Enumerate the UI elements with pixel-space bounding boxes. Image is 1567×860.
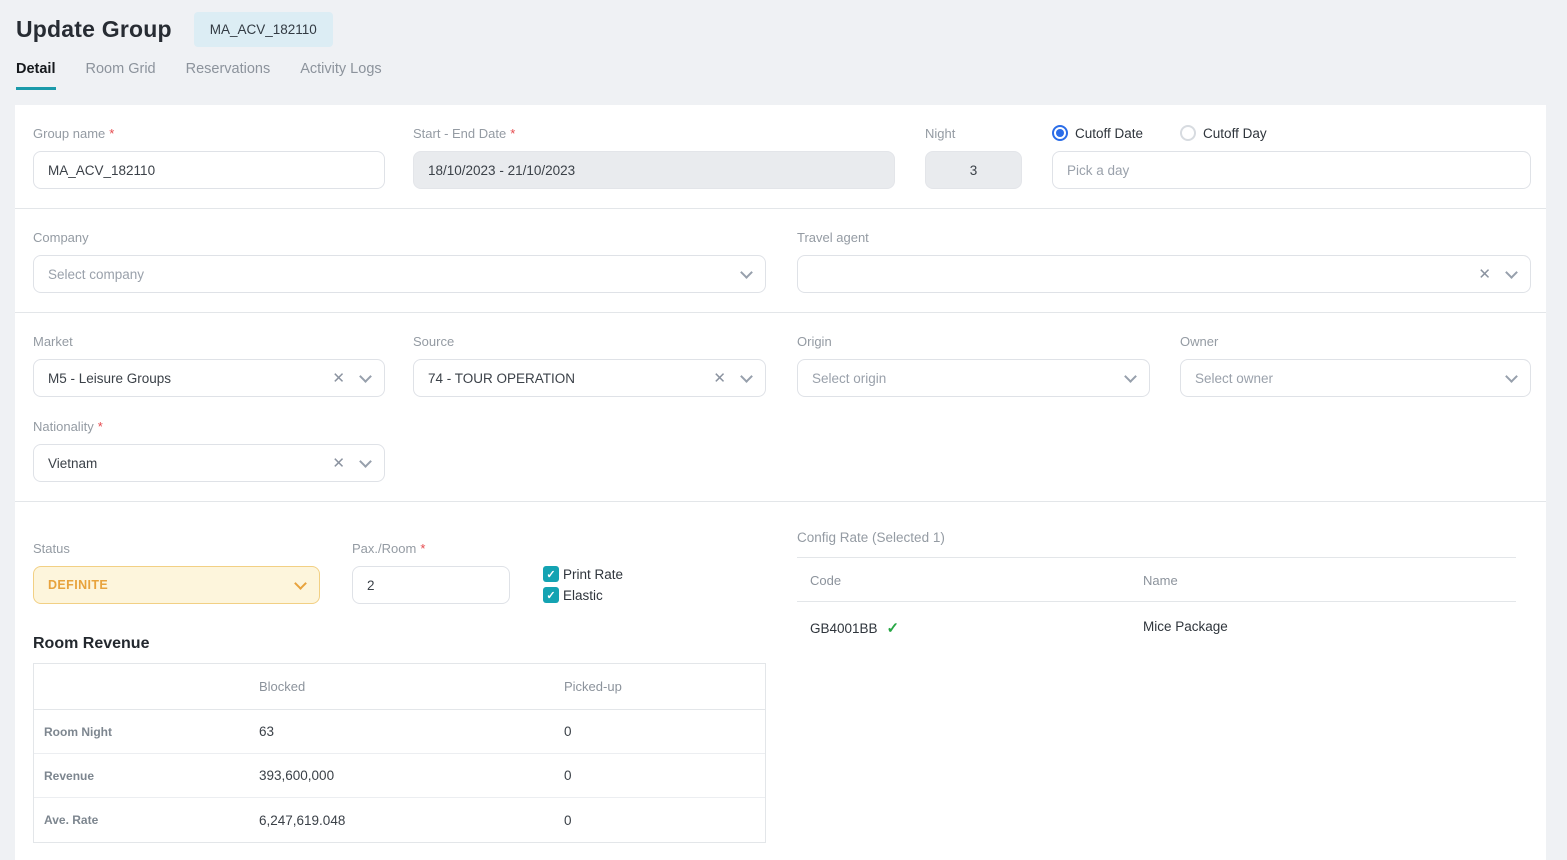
pax-room-input[interactable] <box>352 566 510 604</box>
blocked-value: 393,600,000 <box>259 768 564 783</box>
nationality-label: Nationality* <box>33 418 385 434</box>
clear-icon[interactable]: ✕ <box>1478 267 1491 282</box>
column-picked-up: Picked-up <box>564 679 765 694</box>
row-label: Room Night <box>34 725 259 739</box>
checkbox-checked-icon[interactable]: ✓ <box>543 566 559 582</box>
column-blocked: Blocked <box>259 679 564 694</box>
market-label: Market <box>33 333 385 349</box>
group-code-badge: MA_ACV_182110 <box>194 12 333 47</box>
clear-icon[interactable]: ✕ <box>332 371 345 386</box>
company-label: Company <box>33 229 766 245</box>
required-mark: * <box>510 126 515 141</box>
required-mark: * <box>109 126 114 141</box>
tab-detail[interactable]: Detail <box>16 61 56 90</box>
row-label: Revenue <box>34 769 259 783</box>
status-label: Status <box>33 540 320 556</box>
chevron-down-icon[interactable] <box>1505 266 1518 279</box>
rate-options-group: ✓ Print Rate ✓ Elastic <box>543 566 623 604</box>
radio-unselected-icon[interactable] <box>1180 125 1196 141</box>
date-range-label: Start - End Date* <box>413 125 895 141</box>
status-select[interactable]: DEFINITE <box>33 566 320 604</box>
origin-select[interactable]: Select origin <box>797 359 1150 397</box>
rate-code: GB4001BB <box>810 621 878 636</box>
section-company-agent: Company Select company Travel agent ✕ <box>15 209 1546 313</box>
tab-activity-logs[interactable]: Activity Logs <box>300 61 381 90</box>
cutoff-radio-group: Cutoff Date Cutoff Day <box>1052 125 1531 141</box>
clear-icon[interactable]: ✕ <box>713 371 726 386</box>
source-label: Source <box>413 333 766 349</box>
owner-label: Owner <box>1180 333 1531 349</box>
print-rate-checkbox[interactable]: ✓ Print Rate <box>543 566 623 582</box>
clear-icon[interactable]: ✕ <box>332 456 345 471</box>
pick-a-day-input[interactable] <box>1052 151 1531 189</box>
row-label: Ave. Rate <box>34 813 259 827</box>
room-revenue-title: Room Revenue <box>33 635 766 653</box>
picked-up-value: 0 <box>564 724 765 739</box>
pax-room-label: Pax./Room* <box>352 540 510 556</box>
date-range-input: 18/10/2023 - 21/10/2023 <box>413 151 895 189</box>
page-title: Update Group <box>16 16 172 43</box>
table-row: Ave. Rate 6,247,619.048 0 <box>34 798 765 842</box>
night-label: Night <box>925 125 1022 141</box>
table-row: Revenue 393,600,000 0 <box>34 754 765 798</box>
picked-up-value: 0 <box>564 768 765 783</box>
detail-form-card: Group name* Start - End Date* 18/10/2023… <box>15 105 1546 860</box>
config-rate-header: Code Name <box>797 558 1516 602</box>
chevron-down-icon[interactable] <box>359 455 372 468</box>
config-rate-panel: Config Rate (Selected 1) Code Name GB400… <box>797 530 1516 843</box>
origin-label: Origin <box>797 333 1150 349</box>
picked-up-value: 0 <box>564 813 765 828</box>
table-row: Room Night 63 0 <box>34 710 765 754</box>
chevron-down-icon[interactable] <box>1124 370 1137 383</box>
radio-selected-icon[interactable] <box>1052 125 1068 141</box>
source-select[interactable]: 74 - TOUR OPERATION ✕ <box>413 359 766 397</box>
company-select[interactable]: Select company <box>33 255 766 293</box>
column-code: Code <box>810 573 1143 588</box>
column-name: Name <box>1143 573 1516 588</box>
travel-agent-select[interactable]: ✕ <box>797 255 1531 293</box>
chevron-down-icon[interactable] <box>1505 370 1518 383</box>
cutoff-date-radio[interactable]: Cutoff Date <box>1052 125 1143 141</box>
chevron-down-icon[interactable] <box>294 577 307 590</box>
tab-room-grid[interactable]: Room Grid <box>86 61 156 90</box>
owner-select[interactable]: Select owner <box>1180 359 1531 397</box>
table-row[interactable]: GB4001BB ✓ Mice Package <box>797 602 1516 637</box>
market-select[interactable]: M5 - Leisure Groups ✕ <box>33 359 385 397</box>
travel-agent-label: Travel agent <box>797 229 1531 245</box>
tab-reservations[interactable]: Reservations <box>186 61 271 90</box>
night-input: 3 <box>925 151 1022 189</box>
chevron-down-icon[interactable] <box>740 370 753 383</box>
tab-bar: Detail Room Grid Reservations Activity L… <box>0 61 1567 90</box>
nationality-select[interactable]: Vietnam ✕ <box>33 444 385 482</box>
rate-name: Mice Package <box>1143 619 1516 637</box>
cutoff-day-radio[interactable]: Cutoff Day <box>1180 125 1267 141</box>
checkbox-checked-icon[interactable]: ✓ <box>543 587 559 603</box>
chevron-down-icon[interactable] <box>740 266 753 279</box>
section-dates: Group name* Start - End Date* 18/10/2023… <box>15 105 1546 209</box>
blocked-value: 6,247,619.048 <box>259 813 564 828</box>
elastic-checkbox[interactable]: ✓ Elastic <box>543 587 623 603</box>
group-name-label: Group name* <box>33 125 385 141</box>
group-name-input[interactable] <box>33 151 385 189</box>
required-mark: * <box>420 541 425 556</box>
room-revenue-header: Blocked Picked-up <box>34 664 765 710</box>
section-status-revenue: Status DEFINITE Pax./Room* <box>15 502 1546 843</box>
config-rate-title: Config Rate (Selected 1) <box>797 530 1516 558</box>
chevron-down-icon[interactable] <box>359 370 372 383</box>
section-market: Market M5 - Leisure Groups ✕ Source 74 -… <box>15 313 1546 502</box>
page-header: Update Group MA_ACV_182110 <box>0 0 1567 48</box>
room-revenue-table: Blocked Picked-up Room Night 63 0 Revenu… <box>33 663 766 843</box>
blocked-value: 63 <box>259 724 564 739</box>
required-mark: * <box>98 419 103 434</box>
selected-check-icon: ✓ <box>887 619 900 637</box>
